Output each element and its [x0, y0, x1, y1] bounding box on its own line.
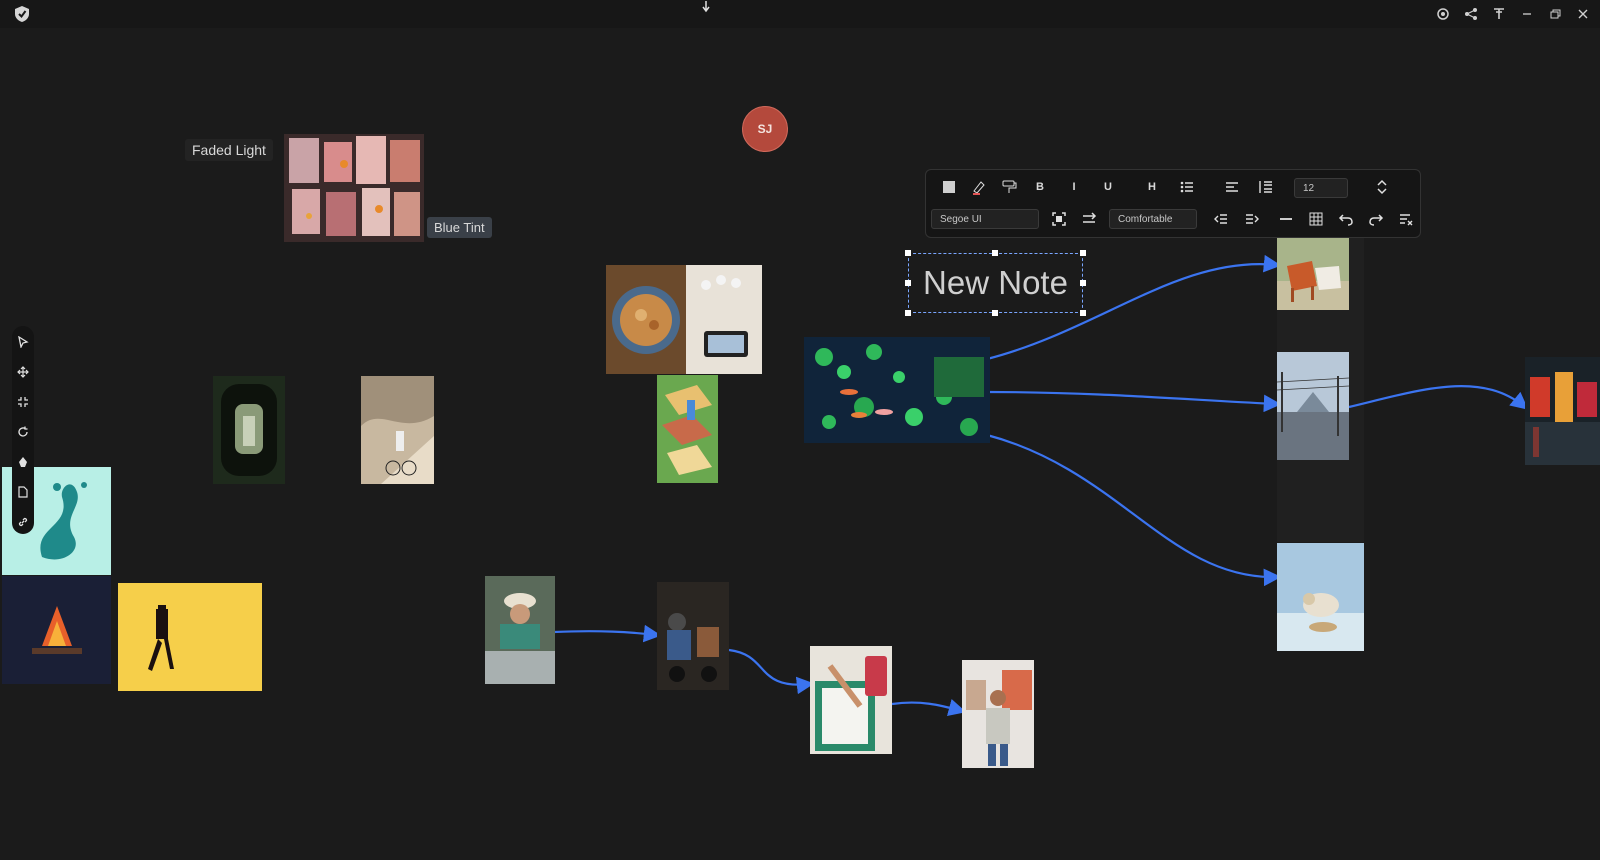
resize-handle[interactable]: [1080, 250, 1086, 256]
table-icon[interactable]: [1305, 208, 1327, 230]
resize-handle[interactable]: [992, 310, 998, 316]
down-arrow-icon[interactable]: [700, 0, 712, 13]
target-icon[interactable]: [1434, 5, 1452, 23]
spacing-icon[interactable]: [1078, 208, 1100, 230]
highlighter-icon[interactable]: [968, 176, 990, 198]
food-image[interactable]: [606, 265, 762, 374]
edge-moto-to-drawing: [728, 648, 815, 695]
night-city-image[interactable]: [1525, 357, 1600, 465]
blue-tint-label[interactable]: Blue Tint: [427, 217, 492, 238]
redo-icon[interactable]: [1365, 208, 1387, 230]
italic-button[interactable]: I: [1063, 176, 1085, 198]
motorcycle-image[interactable]: [657, 582, 729, 690]
new-note[interactable]: New Note: [908, 253, 1083, 313]
campfire-image[interactable]: [2, 576, 111, 684]
edge-koi-to-bird: [986, 433, 1282, 587]
resize-handle[interactable]: [992, 250, 998, 256]
rotate-icon[interactable]: [15, 424, 31, 440]
edge-street-to-city: [1348, 385, 1529, 410]
format-toolbar: B I U H 12 Segoe UI Comfortable: [925, 169, 1421, 238]
edge-drawing-to-girl: [891, 699, 967, 717]
font-size-field[interactable]: 12: [1294, 178, 1348, 198]
bird-image[interactable]: [1277, 543, 1364, 651]
outdent-icon[interactable]: [1210, 208, 1232, 230]
divider-icon[interactable]: [1275, 208, 1297, 230]
font-family-field[interactable]: Segoe UI: [931, 209, 1039, 229]
title-bar: [0, 0, 1600, 28]
paint-roller-icon[interactable]: [998, 176, 1020, 198]
fill-color-icon[interactable]: [938, 176, 960, 198]
minimize-icon[interactable]: [1518, 5, 1536, 23]
select-icon[interactable]: [15, 334, 31, 350]
shape-icon[interactable]: [15, 454, 31, 470]
share-icon[interactable]: [1462, 5, 1480, 23]
heading-button[interactable]: H: [1141, 176, 1163, 198]
fit-content-icon[interactable]: [1048, 208, 1070, 230]
faded-light-label[interactable]: Faded Light: [185, 139, 273, 161]
koi-pond-image[interactable]: [804, 337, 990, 443]
avatar[interactable]: SJ: [742, 106, 788, 152]
clear-format-icon[interactable]: [1395, 208, 1417, 230]
bullet-list-icon[interactable]: [1176, 176, 1198, 198]
resize-handle[interactable]: [905, 280, 911, 286]
drawing-image[interactable]: [810, 646, 892, 754]
file-icon[interactable]: [15, 484, 31, 500]
resize-handle[interactable]: [1080, 310, 1086, 316]
restore-icon[interactable]: [1546, 5, 1564, 23]
resize-handle[interactable]: [905, 250, 911, 256]
street-image[interactable]: [1277, 352, 1349, 460]
tunnel-image[interactable]: [213, 376, 285, 484]
undo-icon[interactable]: [1335, 208, 1357, 230]
cyclist-image[interactable]: [361, 376, 434, 484]
canvas-tools: [12, 326, 34, 534]
resize-handle[interactable]: [905, 310, 911, 316]
shield-logo-icon[interactable]: [13, 5, 31, 23]
line-height-icon[interactable]: [1255, 176, 1277, 198]
spacing-select[interactable]: Comfortable: [1109, 209, 1197, 229]
edge-fish-to-moto: [553, 624, 662, 643]
fit-icon[interactable]: [15, 394, 31, 410]
resize-handle[interactable]: [1080, 280, 1086, 286]
aquarium-image[interactable]: [284, 134, 424, 242]
fish-market-image[interactable]: [485, 576, 555, 684]
girl-image[interactable]: [962, 660, 1034, 768]
link-icon[interactable]: [15, 514, 31, 530]
game-image[interactable]: [657, 375, 718, 483]
pin-icon[interactable]: [1490, 5, 1508, 23]
edge-koi-to-street: [986, 390, 1282, 413]
indent-icon[interactable]: [1241, 208, 1263, 230]
underline-button[interactable]: U: [1097, 176, 1119, 198]
align-left-icon[interactable]: [1221, 176, 1243, 198]
close-icon[interactable]: [1574, 5, 1592, 23]
dancer-poster-image[interactable]: [118, 583, 262, 691]
bold-button[interactable]: B: [1029, 176, 1051, 198]
expand-icon[interactable]: [1371, 176, 1393, 198]
horses-image[interactable]: [1277, 236, 1349, 310]
move-icon[interactable]: [15, 364, 31, 380]
